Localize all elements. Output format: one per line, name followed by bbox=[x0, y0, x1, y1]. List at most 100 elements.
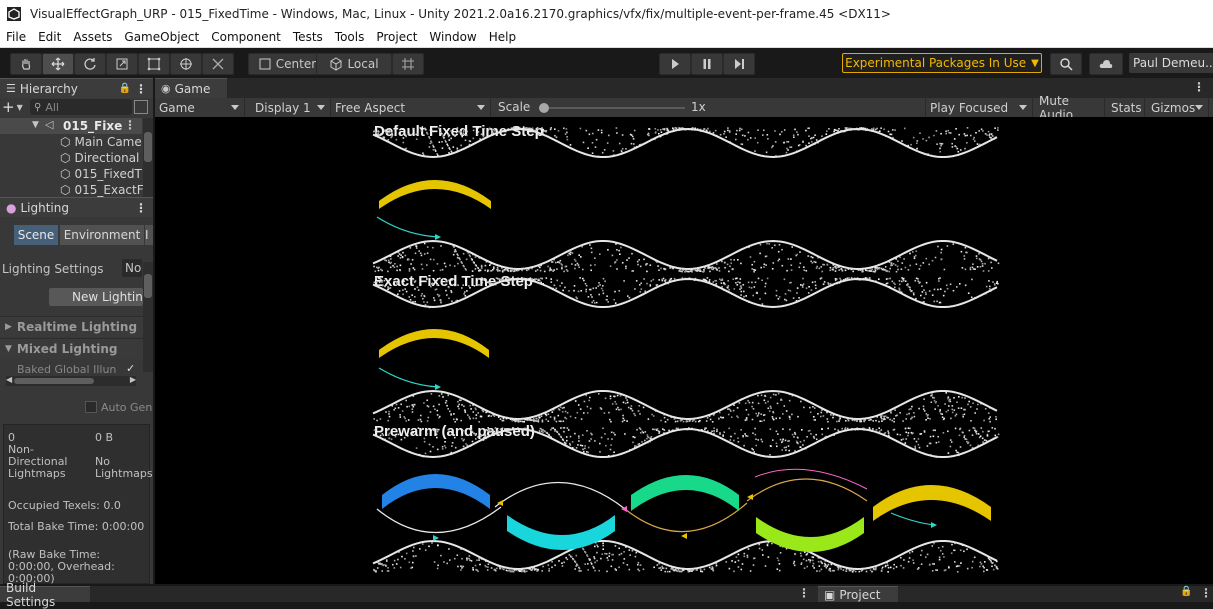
particle bbox=[587, 296, 590, 298]
lighting-settings-field[interactable]: No bbox=[122, 259, 142, 277]
particle bbox=[591, 142, 594, 144]
pivot-mode-button[interactable]: Center bbox=[248, 53, 326, 75]
game-tab[interactable]: ◉ Game bbox=[155, 78, 227, 98]
kebab-menu-icon[interactable]: ⋮ bbox=[798, 586, 810, 600]
menu-tools[interactable]: Tools bbox=[329, 30, 371, 44]
particle bbox=[715, 564, 718, 567]
step-button[interactable] bbox=[723, 53, 755, 75]
kebab-menu-icon[interactable]: ⋮ bbox=[135, 201, 147, 215]
menu-tests[interactable]: Tests bbox=[287, 30, 329, 44]
hierarchy-item[interactable]: ⬡ Directional bbox=[60, 150, 139, 166]
particle bbox=[745, 435, 747, 437]
particle bbox=[836, 420, 838, 423]
pivot-rotation-button[interactable]: Local bbox=[316, 53, 392, 75]
rotate-tool-button[interactable] bbox=[74, 53, 106, 75]
scale-tool-button[interactable] bbox=[106, 53, 138, 75]
particle bbox=[389, 266, 392, 269]
gizmos-dropdown[interactable]: Gizmos bbox=[1147, 98, 1209, 117]
particle bbox=[599, 407, 602, 409]
hierarchy-scroll-thumb[interactable] bbox=[144, 132, 152, 162]
particle bbox=[797, 133, 799, 136]
particle bbox=[757, 394, 759, 397]
realtime-lighting-section[interactable]: ▶ Realtime Lighting bbox=[0, 316, 150, 337]
lighting-h-scroll-thumb[interactable] bbox=[14, 378, 94, 384]
build-settings-tab[interactable]: Build Settings bbox=[0, 581, 90, 609]
menu-component[interactable]: Component bbox=[205, 30, 287, 44]
menu-assets[interactable]: Assets bbox=[67, 30, 118, 44]
aspect-dropdown[interactable]: Free Aspect bbox=[331, 98, 491, 117]
particle bbox=[727, 287, 729, 289]
scene-visibility-icon[interactable] bbox=[134, 100, 148, 114]
hierarchy-item[interactable]: ⬡ Main Came bbox=[60, 134, 142, 150]
particle bbox=[401, 410, 404, 412]
lighting-tab[interactable]: ● Lighting ⋮ bbox=[0, 197, 153, 217]
hierarchy-item[interactable]: ⬡ 015_ExactF bbox=[60, 182, 144, 198]
particle bbox=[979, 435, 982, 437]
custom-tool-button[interactable] bbox=[202, 53, 234, 75]
play-mode-dropdown[interactable]: Play Focused bbox=[925, 98, 1033, 117]
stats-toggle[interactable]: Stats bbox=[1107, 98, 1145, 117]
menu-window[interactable]: Window bbox=[423, 30, 482, 44]
particle bbox=[584, 447, 586, 450]
rect-tool-button[interactable] bbox=[138, 53, 170, 75]
account-dropdown[interactable]: Paul Demeu... bbox=[1129, 53, 1213, 73]
mute-audio-toggle[interactable]: Mute Audio bbox=[1035, 94, 1105, 122]
cloud-button[interactable] bbox=[1089, 53, 1123, 75]
game-view-mode-dropdown[interactable]: Game bbox=[155, 98, 245, 117]
kebab-menu-icon[interactable]: ⋮ bbox=[1193, 80, 1205, 94]
hierarchy-tab[interactable]: ☰ Hierarchy 🔒 ⋮ bbox=[0, 78, 153, 98]
lighting-scroll-thumb[interactable] bbox=[144, 274, 152, 298]
kebab-menu-icon[interactable]: ⋮ bbox=[124, 118, 136, 132]
hierarchy-search-input[interactable]: ⚲ All bbox=[30, 99, 132, 115]
lighting-horizontal-scrollbar[interactable]: ◀ ▶ bbox=[6, 375, 136, 386]
create-button[interactable]: + ▼ bbox=[2, 98, 30, 116]
lighting-subtab-scene[interactable]: Scene bbox=[14, 225, 58, 245]
search-button[interactable] bbox=[1050, 53, 1082, 75]
particle bbox=[937, 435, 939, 438]
particle bbox=[437, 564, 439, 567]
kebab-menu-icon[interactable]: ⋮ bbox=[1200, 586, 1212, 600]
menu-project[interactable]: Project bbox=[370, 30, 423, 44]
move-tool-button[interactable] bbox=[42, 53, 74, 75]
hierarchy-item[interactable]: ⬡ 015_FixedT bbox=[60, 166, 142, 182]
auto-generate-checkbox[interactable] bbox=[85, 401, 97, 413]
lighting-scrollbar[interactable] bbox=[143, 262, 153, 372]
lighting-subtab-environment[interactable]: Environment bbox=[60, 225, 144, 245]
particle bbox=[588, 440, 591, 442]
scale-slider-track[interactable] bbox=[539, 103, 685, 113]
particle bbox=[644, 431, 647, 433]
transform-tool-button[interactable] bbox=[170, 53, 202, 75]
particle bbox=[790, 269, 793, 271]
lighting-subtab-more[interactable]: I bbox=[145, 225, 153, 245]
particle bbox=[585, 284, 588, 287]
checkmark-icon[interactable]: ✓ bbox=[126, 362, 135, 375]
kebab-menu-icon[interactable]: ⋮ bbox=[135, 82, 147, 96]
particle bbox=[387, 270, 389, 273]
project-tab[interactable]: ▣ Project bbox=[818, 586, 898, 602]
experimental-packages-dropdown[interactable]: Experimental Packages In Use ▼ bbox=[842, 53, 1042, 73]
scale-slider-thumb[interactable] bbox=[539, 103, 549, 113]
particle bbox=[456, 147, 459, 150]
scene-row[interactable]: ▼ ◁ 015_Fixe ⋮ bbox=[0, 118, 142, 134]
particle bbox=[450, 130, 452, 132]
hand-tool-button[interactable] bbox=[10, 53, 42, 75]
display-dropdown[interactable]: Display 1 bbox=[251, 98, 331, 117]
particle bbox=[423, 440, 426, 443]
hierarchy-scrollbar[interactable] bbox=[143, 118, 153, 197]
menu-file[interactable]: File bbox=[0, 30, 32, 44]
lock-icon[interactable]: 🔒 bbox=[1180, 586, 1192, 597]
particle bbox=[625, 148, 627, 150]
play-button[interactable] bbox=[659, 53, 691, 75]
particle bbox=[599, 253, 601, 255]
pause-button[interactable] bbox=[691, 53, 723, 75]
new-lighting-settings-button[interactable]: New Lighting bbox=[49, 288, 143, 306]
game-view[interactable]: Default Fixed Time Step Exact Fixed Time… bbox=[155, 117, 1213, 584]
menu-gameobject[interactable]: GameObject bbox=[118, 30, 205, 44]
menu-edit[interactable]: Edit bbox=[32, 30, 67, 44]
menu-help[interactable]: Help bbox=[483, 30, 522, 44]
particle bbox=[445, 280, 447, 283]
lock-icon[interactable]: 🔒 bbox=[119, 83, 131, 94]
grid-snap-button[interactable] bbox=[392, 53, 424, 75]
mixed-lighting-section[interactable]: ▼ Mixed Lighting bbox=[0, 338, 150, 359]
particle bbox=[744, 402, 747, 405]
